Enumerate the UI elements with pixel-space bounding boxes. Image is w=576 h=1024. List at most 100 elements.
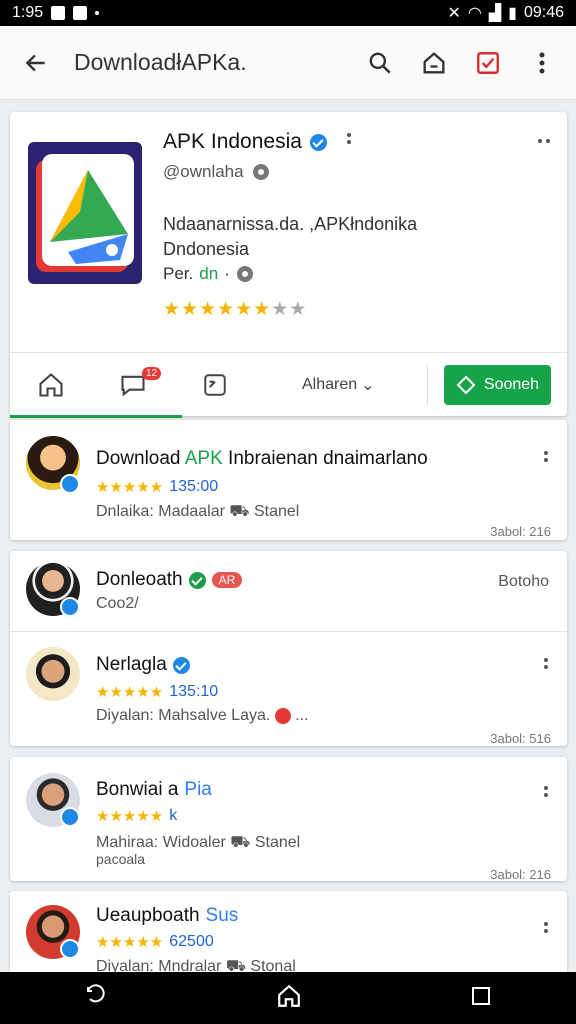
diamond-search-icon	[456, 375, 476, 395]
signal-icon: ▟	[488, 5, 502, 22]
item-menu-button[interactable]	[543, 657, 549, 678]
rating-stars: ★★★★★	[96, 684, 164, 701]
item-title-text: Bonwiai a	[96, 779, 179, 800]
more-vert-icon	[539, 52, 545, 73]
profile-subline: Per. dn ·	[163, 264, 254, 284]
mute-icon: ✕	[447, 5, 461, 22]
item-title-tag: Sus	[205, 905, 239, 926]
list-item[interactable]: Download APK Inbraienan dnaimarlano ★★★★…	[10, 420, 567, 540]
rating-stars-filled: ★★★★★★	[163, 299, 272, 320]
item-title[interactable]: Donleoath AR	[96, 569, 243, 591]
tab-home[interactable]	[10, 353, 182, 418]
item-rating: ★★★★★ k	[96, 807, 177, 825]
nav-home-button[interactable]	[276, 983, 302, 1014]
item-tag: AR	[211, 572, 243, 588]
item-meta: Diyalan: Mndralar ⛟ Stonal	[96, 958, 296, 972]
page-title: DownloadłAPKa.	[74, 49, 247, 75]
status-time: 1:95	[12, 4, 44, 21]
home-icon	[39, 372, 63, 397]
rating-stars: ★★★★★	[96, 479, 164, 496]
more-horiz-icon	[538, 139, 550, 143]
profile-header-card: APK Indonesia @ownlaha Ndaanarnissa.da. …	[10, 112, 567, 418]
rating-count: 62500	[169, 933, 214, 950]
verified-badge-icon	[188, 571, 206, 589]
item-meta: Mahiraa: Widoaler ⛟ Stanel	[96, 834, 301, 851]
verified-badge-icon	[172, 656, 190, 674]
wifi-icon: ◠	[467, 5, 482, 22]
nav-recents-button[interactable]	[470, 985, 492, 1012]
overflow-menu-button[interactable]	[522, 43, 562, 83]
status-clock: 09:46	[523, 4, 564, 21]
tab-notes[interactable]	[174, 353, 256, 417]
verified-avatar-icon	[60, 474, 80, 494]
checkbox-button[interactable]	[468, 43, 508, 83]
notification-icon	[51, 6, 66, 20]
verified-avatar-icon	[60, 939, 80, 959]
status-dot-icon	[274, 707, 291, 724]
item-meta: Diyalan: Mahsalve Laya. ...	[96, 707, 309, 725]
divider	[10, 631, 567, 632]
item-footer: 3abol: 216	[490, 524, 551, 539]
item-menu-button[interactable]	[543, 450, 549, 471]
list-group-card: Donleoath AR Coo2/ Botoho Nerlagla ★★★★★…	[10, 551, 567, 746]
subline-suffix: ·	[224, 264, 230, 283]
nav-back-button[interactable]	[84, 983, 108, 1013]
item-title: Bonwiai a Pia	[96, 779, 212, 801]
more-vert-icon	[347, 133, 351, 144]
list-item[interactable]: Bonwiai a Pia ★★★★★ k Mahiraa: Widoaler …	[10, 757, 567, 882]
tab-divider	[427, 365, 428, 405]
item-subtitle: Coo2/	[96, 595, 139, 612]
info-icon	[236, 266, 253, 282]
item-meta-text: Diyalan: Mahsalve Laya.	[96, 707, 271, 724]
battery-icon: ▮	[508, 5, 517, 22]
item-menu-button[interactable]	[543, 785, 549, 806]
app-logo-icon	[36, 154, 134, 272]
chevron-down-icon: ⌄	[361, 376, 375, 394]
item-rating: ★★★★★ 62500	[96, 933, 214, 951]
item-title: Download APK Inbraienan dnaimarlano	[96, 448, 428, 470]
item-title-text: Ueaupboath	[96, 905, 200, 926]
item-menu-button[interactable]	[543, 921, 549, 942]
item-meta: Dnlaika: Madaalar ⛟ Stanel	[96, 503, 300, 520]
item-title[interactable]: Nerlagla	[96, 654, 190, 676]
back-icon	[87, 983, 105, 1002]
subline-prefix: Per.	[163, 264, 194, 283]
item-title-highlight: APK	[184, 448, 223, 469]
search-action-button[interactable]: Sooneh	[444, 365, 551, 405]
avatar	[26, 647, 80, 701]
app-bar: DownloadłAPKa.	[0, 26, 576, 100]
profile-tab-bar: 12 Alharen ⌄ Sooneh	[10, 352, 567, 418]
description-line-2: Dndonesia	[163, 239, 250, 259]
share-icon	[423, 51, 445, 73]
verified-badge-icon	[309, 133, 327, 151]
share-button[interactable]	[414, 43, 454, 83]
profile-name: APK Indonesia	[163, 130, 327, 154]
more-notifications-icon	[95, 11, 100, 15]
rating-count: k	[169, 807, 178, 824]
rating-stars-empty: ★★	[271, 299, 308, 320]
description-line-1: Ndaanarnissa.da. ,APKłndonika	[163, 214, 418, 234]
note-icon	[204, 373, 226, 396]
item-meta-tail: ...	[295, 707, 309, 724]
more-vert-icon	[544, 451, 548, 462]
messages-badge: 12	[142, 366, 162, 380]
collapse-button[interactable]	[537, 132, 553, 150]
more-vert-icon	[544, 786, 548, 797]
rating-count: 135:00	[169, 478, 219, 495]
tab-more-dropdown[interactable]: Alharen ⌄	[302, 375, 375, 395]
tab-messages[interactable]: 12	[92, 353, 174, 417]
list-item[interactable]: Ueaupboath Sus ★★★★★ 62500 Diyalan: Mndr…	[10, 891, 567, 972]
item-title-tag: Pia	[184, 779, 212, 800]
home-icon	[278, 984, 300, 1007]
verified-avatar-icon	[60, 807, 80, 827]
item-meta-2: pacoala	[96, 851, 146, 867]
verified-avatar-icon	[60, 597, 80, 617]
search-button[interactable]	[360, 43, 400, 83]
back-button[interactable]	[14, 41, 58, 85]
profile-options-button[interactable]	[346, 132, 352, 153]
recents-icon	[472, 986, 490, 1005]
item-footer: 3abol: 216	[490, 867, 551, 882]
item-title: Ueaupboath Sus	[96, 905, 238, 927]
status-bar: 1:95 ✕ ◠ ▟ ▮ 09:46	[0, 0, 576, 26]
profile-rating-stars: ★★★★★★★★	[163, 298, 307, 321]
